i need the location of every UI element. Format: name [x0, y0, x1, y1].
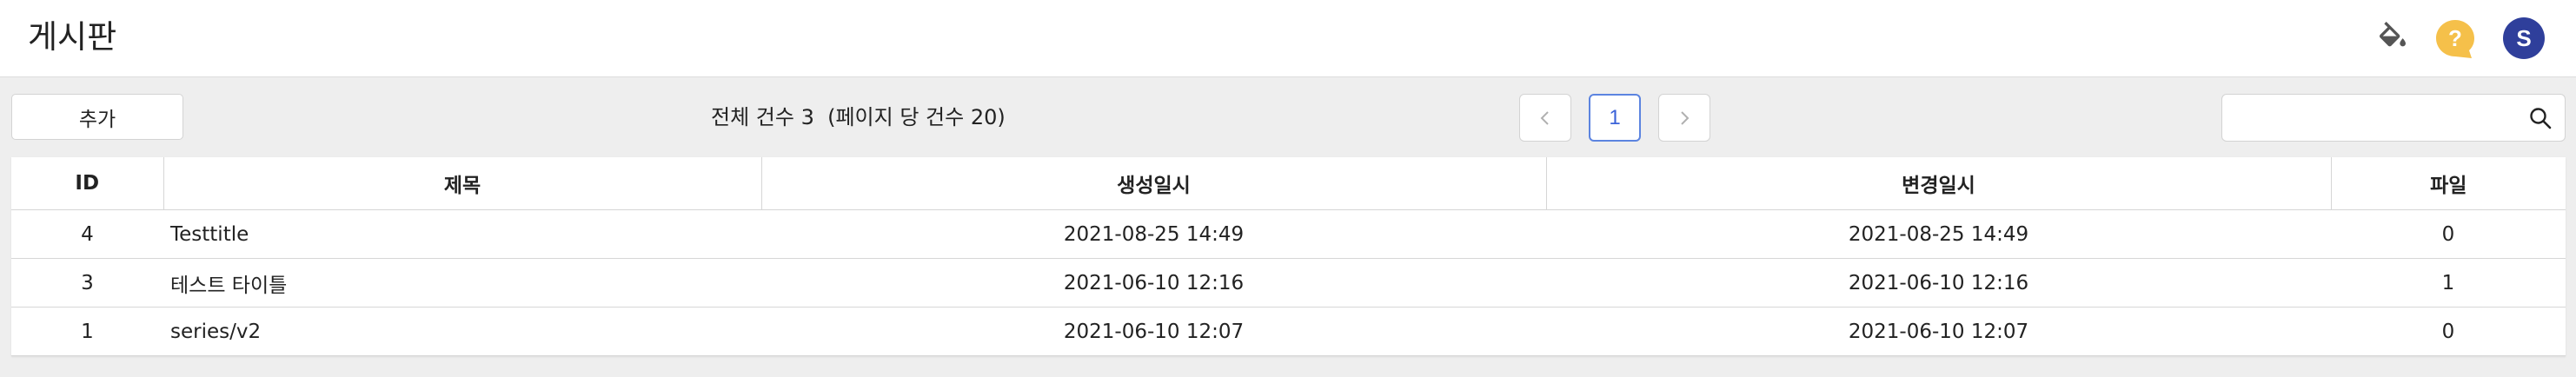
board-table: ID 제목 생성일시 변경일시 파일 4 Testtitle 2021-08-2…	[11, 157, 2566, 356]
page-title: 게시판	[28, 18, 117, 56]
search-icon[interactable]	[2528, 106, 2553, 130]
cell-title[interactable]: series/v2	[163, 307, 761, 356]
table-row[interactable]: 1 series/v2 2021-06-10 12:07 2021-06-10 …	[11, 307, 2566, 356]
column-header-updated[interactable]: 변경일시	[1546, 157, 2332, 210]
page-button-current[interactable]: 1	[1589, 94, 1641, 142]
cell-id: 1	[11, 307, 163, 356]
total-count-text: 전체 건수 3 (페이지 당 건수 20)	[711, 105, 1006, 129]
cell-created: 2021-06-10 12:07	[761, 307, 1546, 356]
column-header-id[interactable]: ID	[11, 157, 164, 210]
next-page-button[interactable]	[1658, 94, 1710, 142]
app-header: 게시판 ? S	[0, 0, 2576, 77]
prev-page-button[interactable]	[1519, 94, 1571, 142]
cell-title[interactable]: 테스트 타이틀	[163, 258, 761, 308]
cell-updated: 2021-06-10 12:07	[1546, 307, 2331, 356]
svg-text:?: ?	[2448, 25, 2462, 51]
column-header-files[interactable]: 파일	[2331, 157, 2566, 210]
toolbar: 추가 전체 건수 3 (페이지 당 건수 20) 1	[0, 77, 2576, 157]
column-header-created[interactable]: 생성일시	[761, 157, 1547, 210]
search-input[interactable]	[2231, 102, 2513, 135]
cell-files: 0	[2331, 307, 2566, 356]
search-box	[2221, 94, 2566, 142]
cell-files: 1	[2331, 258, 2566, 308]
table-row[interactable]: 4 Testtitle 2021-08-25 14:49 2021-08-25 …	[11, 209, 2566, 259]
cell-updated: 2021-08-25 14:49	[1546, 209, 2331, 259]
add-button[interactable]: 추가	[11, 94, 183, 140]
cell-title[interactable]: Testtitle	[163, 209, 761, 259]
paint-bucket-icon[interactable]	[2371, 17, 2414, 61]
cell-created: 2021-08-25 14:49	[761, 209, 1546, 259]
cell-id: 4	[11, 209, 163, 259]
avatar[interactable]: S	[2503, 17, 2545, 59]
chevron-right-icon	[1681, 110, 1690, 125]
table-row[interactable]: 3 테스트 타이틀 2021-06-10 12:16 2021-06-10 12…	[11, 258, 2566, 308]
help-icon[interactable]: ?	[2433, 17, 2477, 61]
cell-created: 2021-06-10 12:16	[761, 258, 1546, 308]
cell-files: 0	[2331, 209, 2566, 259]
chevron-left-icon	[1540, 110, 1549, 125]
cell-id: 3	[11, 258, 163, 308]
column-header-title[interactable]: 제목	[163, 157, 762, 210]
cell-updated: 2021-06-10 12:16	[1546, 258, 2331, 308]
table-header-row: ID 제목 생성일시 변경일시 파일	[11, 157, 2566, 210]
